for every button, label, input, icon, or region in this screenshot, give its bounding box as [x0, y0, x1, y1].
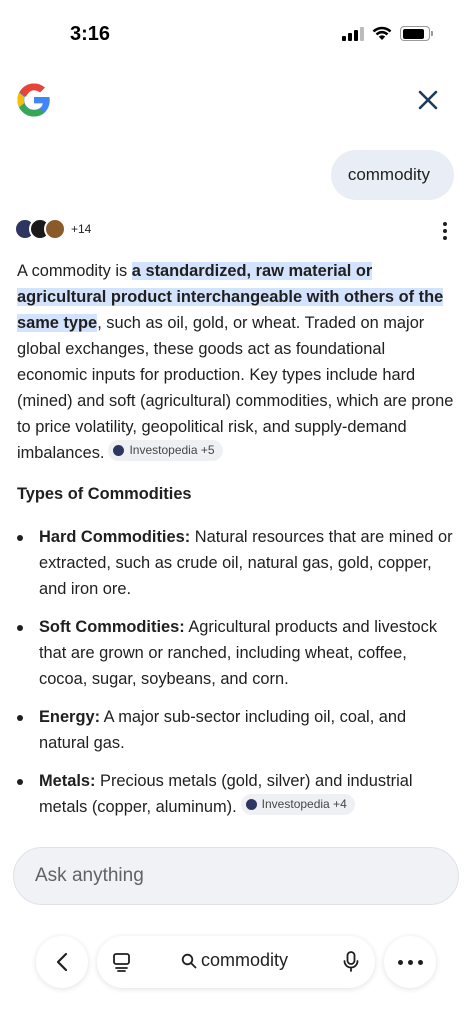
- battery-icon: [400, 26, 433, 41]
- answer-intro: A commodity is: [17, 262, 132, 280]
- section-title: Types of Commodities: [17, 485, 192, 503]
- ask-input[interactable]: Ask anything: [13, 847, 459, 905]
- bottom-nav: commodity: [0, 926, 472, 1006]
- citation-label: Investopedia +5: [129, 443, 215, 457]
- back-button[interactable]: [36, 936, 88, 988]
- investopedia-icon: [245, 799, 257, 810]
- source-count: +14: [71, 222, 92, 236]
- list-item-term: Hard Commodities:: [39, 528, 191, 546]
- cellular-signal-icon: [342, 26, 364, 41]
- answer-body: , such as oil, gold, or wheat. Traded on…: [17, 314, 454, 462]
- citation-label: Investopedia +4: [261, 797, 347, 811]
- investopedia-icon: [113, 445, 125, 456]
- status-bar: 3:16: [0, 0, 472, 60]
- list-item: Soft Commodities: Agricultural products …: [17, 614, 457, 692]
- list-item: Metals: Precious metals (gold, silver) a…: [17, 768, 457, 820]
- types-list: Hard Commodities: Natural resources that…: [17, 524, 457, 832]
- microphone-icon[interactable]: [343, 950, 359, 974]
- tabs-icon[interactable]: [111, 951, 133, 973]
- close-icon[interactable]: [414, 86, 442, 114]
- source-icons[interactable]: +14: [14, 218, 91, 240]
- search-icon: [181, 953, 197, 968]
- query-bubble: commodity: [330, 150, 454, 200]
- answer-paragraph: A commodity is a standardized, raw mater…: [17, 258, 457, 466]
- status-time: 3:16: [70, 23, 111, 45]
- search-query[interactable]: commodity: [181, 950, 288, 971]
- more-menu-button[interactable]: [384, 936, 436, 988]
- list-item-text: Precious metals (gold, silver) and indus…: [39, 772, 413, 816]
- list-item: Energy: A major sub-sector including oil…: [17, 704, 457, 756]
- more-horizontal-icon: [397, 959, 423, 965]
- search-query-text: commodity: [201, 950, 289, 970]
- list-item: Hard Commodities: Natural resources that…: [17, 524, 457, 602]
- list-item-term: Metals:: [39, 772, 96, 790]
- citation-chip[interactable]: Investopedia +5: [108, 440, 223, 461]
- wifi-icon: [372, 26, 392, 40]
- status-icons: [342, 26, 433, 41]
- google-logo-icon[interactable]: [16, 82, 52, 118]
- search-pill[interactable]: commodity: [97, 936, 375, 988]
- citation-chip[interactable]: Investopedia +4: [240, 794, 355, 815]
- source-icon: [44, 218, 66, 240]
- list-item-term: Energy:: [39, 708, 101, 726]
- chevron-left-icon: [56, 952, 68, 972]
- list-item-term: Soft Commodities:: [39, 618, 185, 636]
- more-options-icon[interactable]: [438, 222, 452, 240]
